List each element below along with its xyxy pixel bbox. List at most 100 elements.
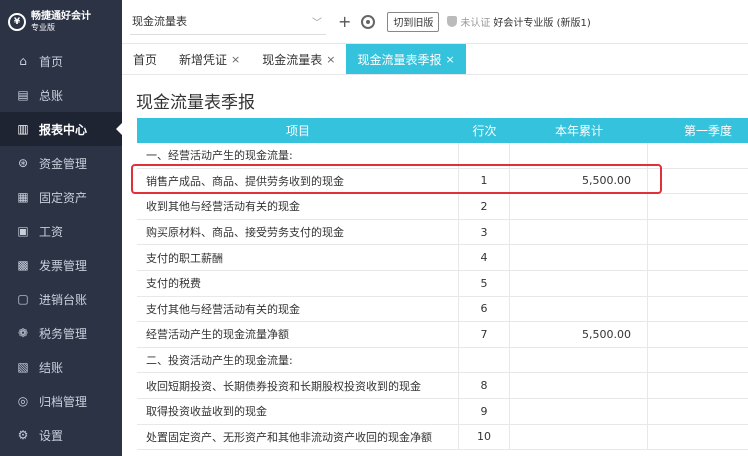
row-q1-cell[interactable] <box>648 194 748 219</box>
close-icon[interactable]: × <box>446 53 455 66</box>
sidebar-item-6[interactable]: ▩ 发票管理 <box>0 248 122 282</box>
sidebar-item-5[interactable]: ▣ 工资 <box>0 214 122 248</box>
row-item-cell[interactable]: 一、经营活动产生的现金流量: <box>137 143 459 168</box>
row-q1-cell[interactable] <box>648 322 748 347</box>
row-q1-cell[interactable] <box>648 348 748 373</box>
row-ytd-cell[interactable] <box>510 373 648 398</box>
row-ytd-cell[interactable] <box>510 194 648 219</box>
row-item-cell[interactable]: 支付的职工薪酬 <box>137 245 459 270</box>
sidebar-item-3[interactable]: ⊛ 资金管理 <box>0 146 122 180</box>
row-item-cell[interactable]: 处置固定资产、无形资产和其他非流动资产收回的现金净额 <box>137 424 459 450</box>
row-ytd-cell[interactable] <box>510 219 648 245</box>
close-icon[interactable]: × <box>231 53 240 66</box>
row-q1-cell[interactable] <box>648 245 748 270</box>
row-ytd-cell[interactable] <box>510 424 648 450</box>
table-row[interactable]: 销售产成品、商品、提供劳务收到的现金 1 5,500.00 <box>137 168 748 195</box>
table-row[interactable]: 收回短期投资、长期债券投资和长期股权投资收到的现金 8 <box>137 373 748 399</box>
row-line-cell[interactable]: 6 <box>459 296 510 322</box>
column-header-line: 行次 <box>472 124 497 138</box>
topbar: 现金流量表 ﹀ + 切到旧版 未认证 好会计专业版 (新版1) <box>122 0 748 44</box>
table-row[interactable]: 购买原材料、商品、接受劳务支付的现金 3 <box>137 219 748 246</box>
row-q1-cell[interactable] <box>648 297 748 322</box>
row-line-cell[interactable]: 2 <box>459 194 510 219</box>
row-q1-cell[interactable] <box>648 425 748 450</box>
row-line-cell[interactable]: 3 <box>459 219 510 245</box>
row-line-cell[interactable] <box>459 143 510 168</box>
salary-icon: ▣ <box>17 224 29 238</box>
table-row[interactable]: 处置固定资产、无形资产和其他非流动资产收回的现金净额 10 <box>137 424 748 451</box>
row-ytd-cell[interactable] <box>510 296 648 322</box>
settings-gear-icon[interactable] <box>361 14 376 29</box>
verification-status[interactable]: 未认证 <box>447 14 490 29</box>
row-item-cell[interactable]: 销售产成品、商品、提供劳务收到的现金 <box>137 168 459 194</box>
sidebar-item-1[interactable]: ▤ 总账 <box>0 78 122 112</box>
row-q1-cell[interactable] <box>648 399 748 424</box>
row-item-cell[interactable]: 购买原材料、商品、接受劳务支付的现金 <box>137 219 459 245</box>
sidebar-item-2[interactable]: ▥ 报表中心 <box>0 112 122 146</box>
logo-icon: ¥ <box>8 13 26 31</box>
tab-1[interactable]: 新增凭证 × <box>168 44 251 74</box>
row-item-cell[interactable]: 取得投资收益收到的现金 <box>137 398 459 424</box>
row-item-cell[interactable]: 二、投资活动产生的现金流量: <box>137 347 459 373</box>
sidebar-item-label: 设置 <box>39 428 64 443</box>
row-line-cell[interactable]: 5 <box>459 270 510 296</box>
sidebar-item-label: 资金管理 <box>39 156 88 171</box>
sidebar-item-11[interactable]: ⚙ 设置 <box>0 418 122 452</box>
table-row[interactable]: 经营活动产生的现金流量净额 7 5,500.00 <box>137 322 748 348</box>
row-ytd-cell[interactable] <box>510 143 648 168</box>
row-item-cell[interactable]: 收回短期投资、长期债券投资和长期股权投资收到的现金 <box>137 373 459 398</box>
table-row[interactable]: 二、投资活动产生的现金流量: <box>137 347 748 374</box>
close-icon[interactable]: × <box>326 53 335 66</box>
sidebar-nav: ⌂ 首页 ▤ 总账 ▥ 报表中心 ⊛ 资金管理 ▦ 固定资产 ▣ 工资 ▩ 发票管理 ▢ 进销台账 ❁ 税务管理 ▧… <box>0 44 122 452</box>
row-line-cell[interactable]: 10 <box>459 424 510 450</box>
row-line-cell[interactable]: 1 <box>459 168 510 194</box>
row-item-cell[interactable]: 收到其他与经营活动有关的现金 <box>137 194 459 219</box>
tab-2[interactable]: 现金流量表 × <box>251 44 346 74</box>
row-item-cell[interactable]: 经营活动产生的现金流量净额 <box>137 322 459 347</box>
row-q1-cell[interactable] <box>648 169 748 194</box>
table-row[interactable]: 收到其他与经营活动有关的现金 2 <box>137 194 748 220</box>
row-line-cell[interactable] <box>459 347 510 373</box>
sidebar-item-10[interactable]: ◎ 归档管理 <box>0 384 122 418</box>
row-item-cell[interactable]: 支付的税费 <box>137 270 459 296</box>
row-line-cell[interactable]: 8 <box>459 373 510 398</box>
row-ytd-cell[interactable]: 5,500.00 <box>510 322 648 347</box>
row-q1-cell[interactable] <box>648 373 748 398</box>
verification-label: 未认证 <box>460 18 491 29</box>
row-ytd-cell[interactable] <box>510 347 648 373</box>
table-row[interactable]: 支付其他与经营活动有关的现金 6 <box>137 296 748 323</box>
row-line-cell[interactable]: 4 <box>459 245 510 270</box>
table-row[interactable]: 支付的税费 5 <box>137 270 748 297</box>
column-header-ytd: 本年累计 <box>554 124 603 138</box>
tab-0[interactable]: 首页 <box>122 44 168 74</box>
sidebar-item-4[interactable]: ▦ 固定资产 <box>0 180 122 214</box>
account-set-value: 现金流量表 <box>132 15 187 28</box>
shield-icon <box>447 16 458 27</box>
sidebar-item-8[interactable]: ❁ 税务管理 <box>0 316 122 350</box>
row-ytd-cell[interactable] <box>510 245 648 270</box>
chart-icon: ▥ <box>17 122 29 136</box>
row-line-cell[interactable]: 9 <box>459 398 510 424</box>
row-q1-cell[interactable] <box>648 220 748 245</box>
sidebar-item-9[interactable]: ▧ 结账 <box>0 350 122 384</box>
row-item-cell[interactable]: 支付其他与经营活动有关的现金 <box>137 296 459 322</box>
row-line-cell[interactable]: 7 <box>459 322 510 347</box>
edition-label: 好会计专业版 (新版1) <box>493 18 591 29</box>
table-row[interactable]: 取得投资收益收到的现金 9 <box>137 398 748 425</box>
row-q1-cell[interactable] <box>648 271 748 296</box>
account-set-select[interactable]: 现金流量表 ﹀ <box>130 9 326 35</box>
row-ytd-cell[interactable] <box>510 270 648 296</box>
add-icon[interactable]: + <box>338 12 351 31</box>
sidebar-item-label: 固定资产 <box>39 190 88 205</box>
table-row[interactable]: 支付的职工薪酬 4 <box>137 245 748 271</box>
app-logo[interactable]: ¥ 畅捷通好会计 专业版 <box>0 0 122 44</box>
row-ytd-cell[interactable] <box>510 398 648 424</box>
sidebar-item-7[interactable]: ▢ 进销台账 <box>0 282 122 316</box>
table-row[interactable]: 一、经营活动产生的现金流量: <box>137 143 748 169</box>
switch-old-version-button[interactable]: 切到旧版 <box>387 11 440 32</box>
row-ytd-cell[interactable]: 5,500.00 <box>510 168 648 194</box>
row-q1-cell[interactable] <box>648 143 748 168</box>
tab-3[interactable]: 现金流量表季报 × <box>346 44 466 74</box>
sidebar-item-0[interactable]: ⌂ 首页 <box>0 44 122 78</box>
invoice-icon: ▩ <box>17 258 29 272</box>
